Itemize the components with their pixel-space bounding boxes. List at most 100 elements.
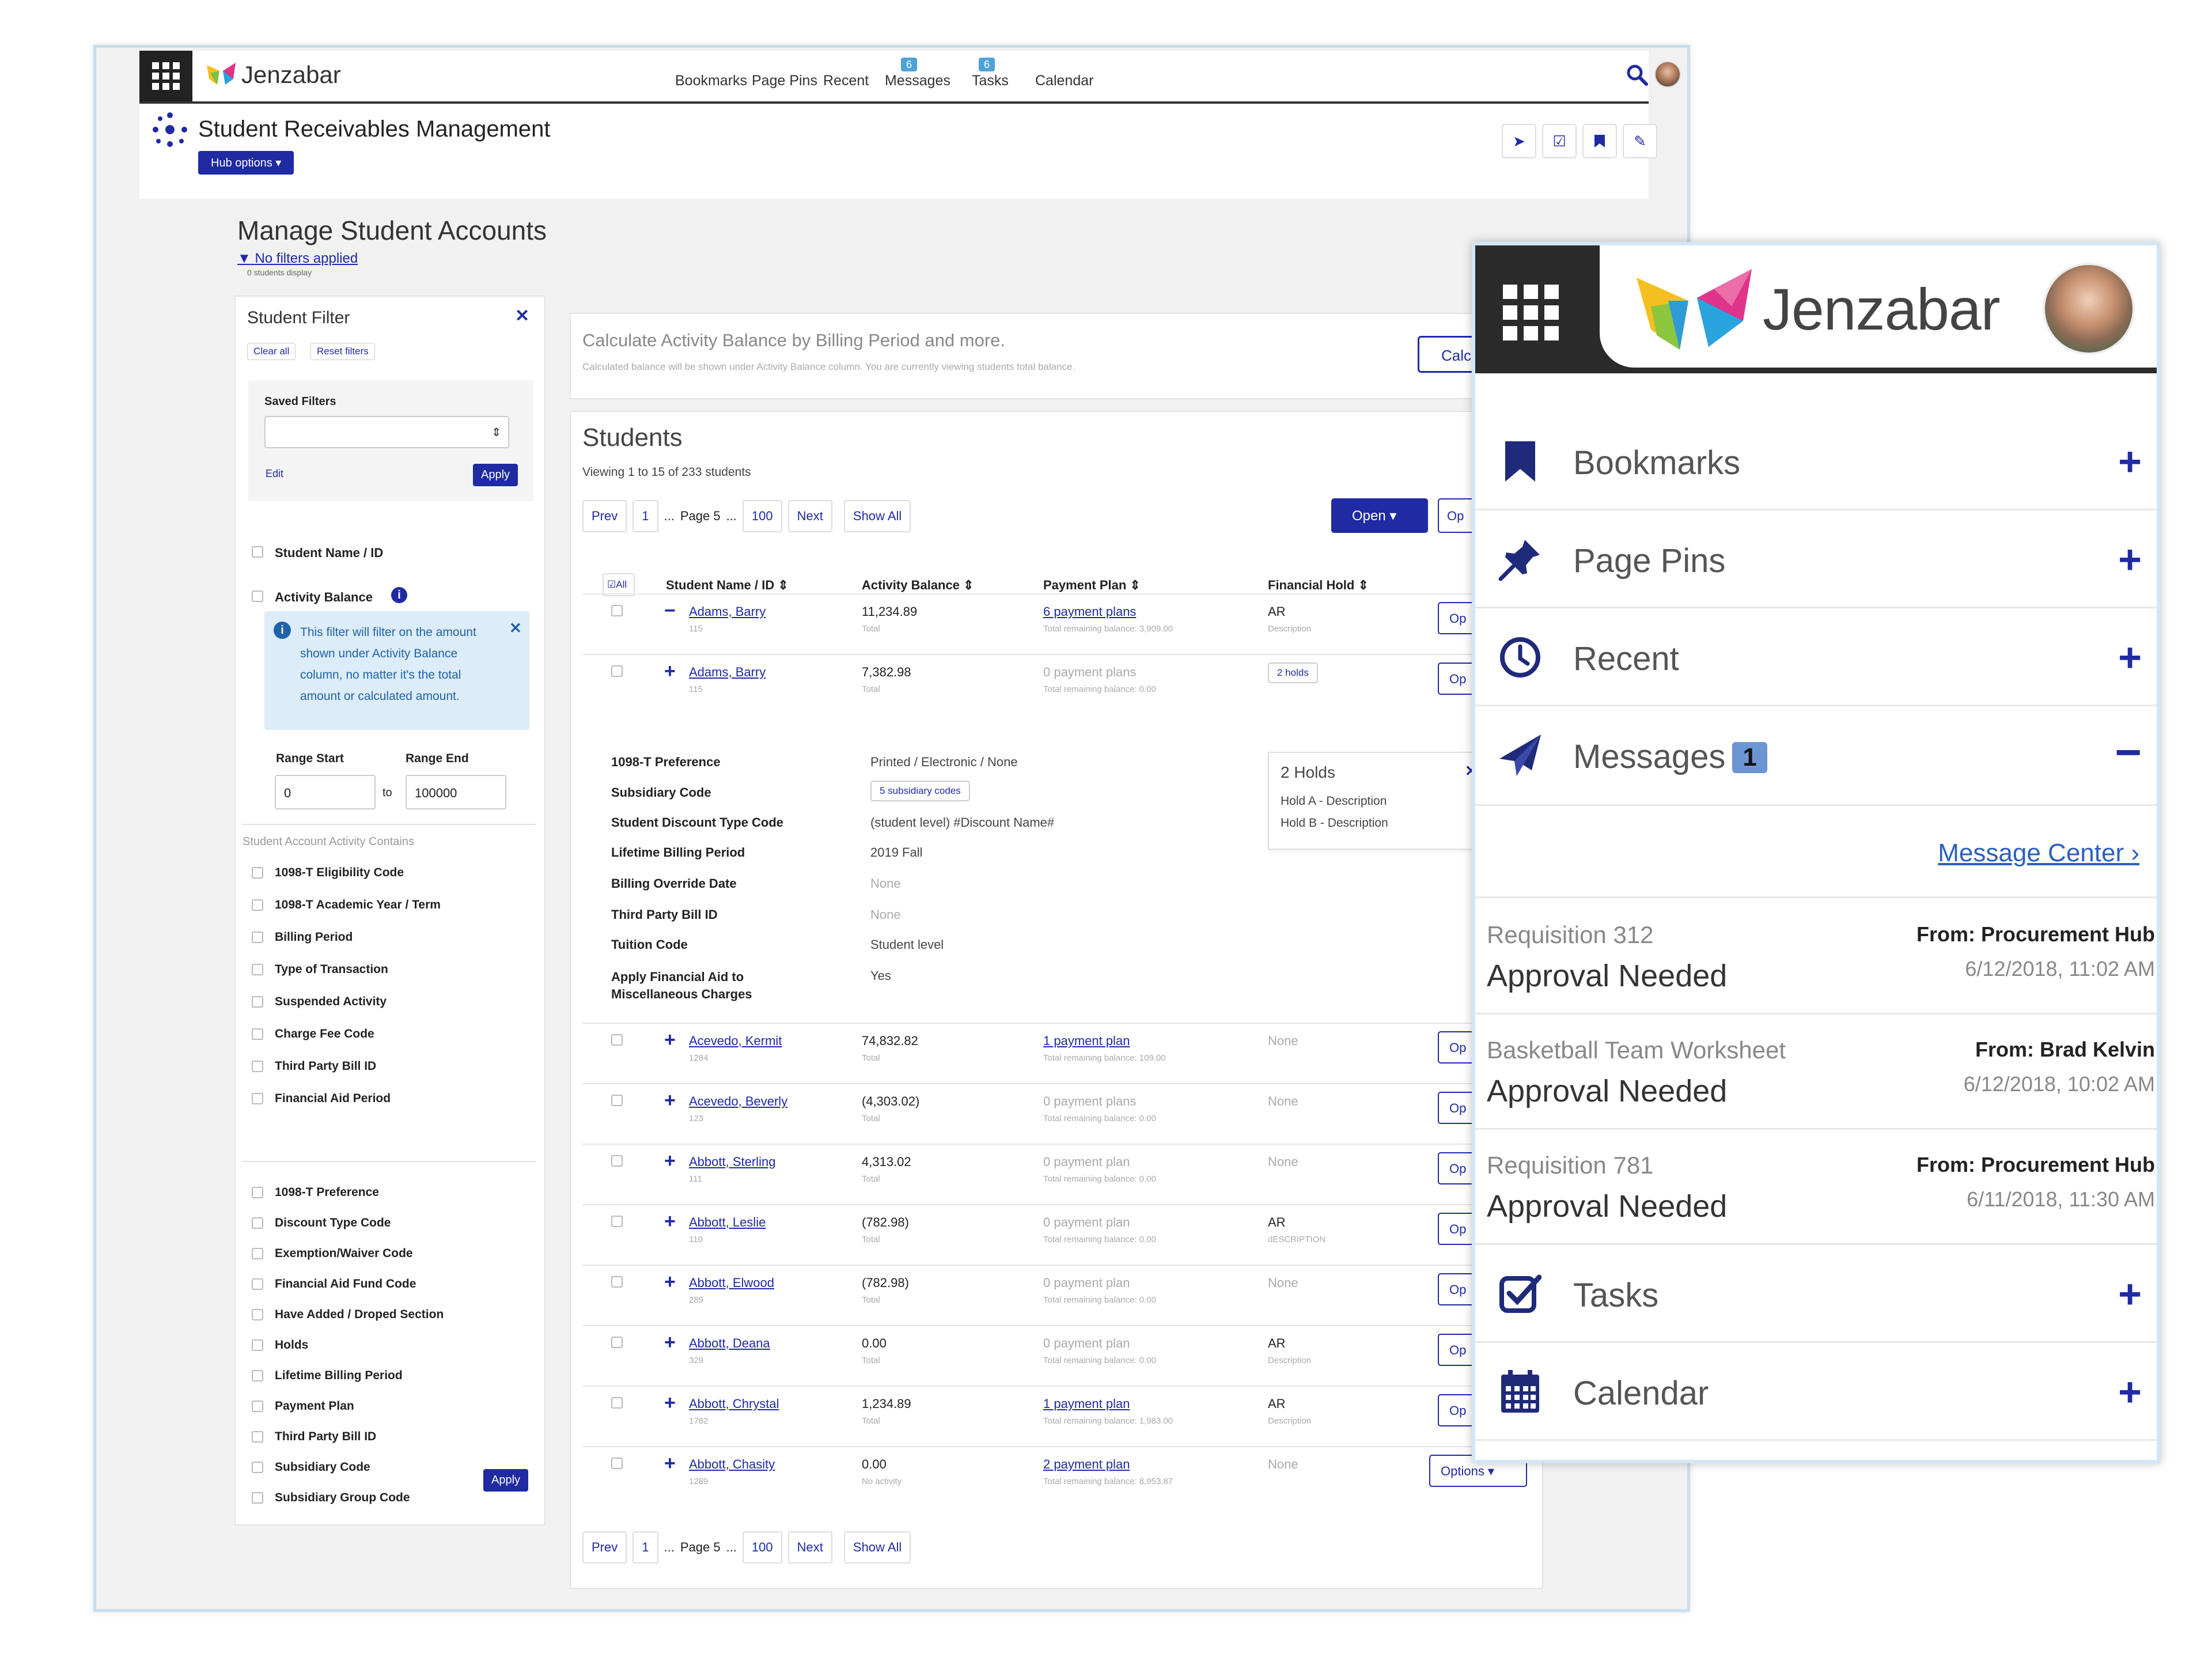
- filter-checkbox[interactable]: [252, 932, 263, 943]
- row-checkbox[interactable]: [611, 1397, 623, 1409]
- select-all-button[interactable]: ☑All: [603, 573, 635, 596]
- panel-row-messages[interactable]: Messages 1 −: [1475, 706, 2157, 804]
- row-checkbox[interactable]: [611, 1458, 623, 1469]
- filter-checkbox[interactable]: [252, 1309, 263, 1320]
- filter-checkbox[interactable]: [252, 996, 263, 1008]
- search-icon[interactable]: [1626, 63, 1649, 86]
- next-button[interactable]: Next: [787, 500, 832, 532]
- row-checkbox[interactable]: [611, 1155, 623, 1167]
- reset-filters-button[interactable]: Reset filters: [310, 343, 375, 360]
- filter-checkbox[interactable]: [252, 964, 263, 975]
- filter-checkbox[interactable]: [252, 1187, 263, 1198]
- filter-checkbox[interactable]: [252, 1093, 263, 1104]
- header-balance[interactable]: Activity Balance ⇕: [862, 578, 974, 593]
- nav-recent[interactable]: Recent: [823, 73, 869, 89]
- panel-row-calendar[interactable]: Calendar +: [1475, 1343, 2157, 1441]
- payment-plan[interactable]: 2 payment plan: [1043, 1457, 1130, 1472]
- close-icon[interactable]: ✕: [509, 619, 522, 637]
- filter-checkbox[interactable]: [252, 1492, 263, 1504]
- message-center-link[interactable]: Message Center ›: [1938, 839, 2139, 868]
- header-name[interactable]: Student Name / ID ⇕: [666, 578, 789, 593]
- page-1-button[interactable]: 1: [632, 500, 658, 532]
- row-checkbox[interactable]: [611, 1216, 623, 1227]
- no-filters-link[interactable]: ▼ No filters applied: [237, 251, 358, 267]
- expand-icon[interactable]: +: [664, 661, 676, 681]
- table-row[interactable]: + Abbott, Chasity 1289 0.00 No activity 2 pay…: [571, 1454, 1544, 1509]
- app-grid-button[interactable]: [1503, 285, 1559, 340]
- expand-icon[interactable]: +: [664, 1151, 676, 1171]
- panel-row-bookmarks[interactable]: Bookmarks +: [1475, 412, 2157, 510]
- table-row[interactable]: + Acevedo, Kermit 1284 74,832.82 Total 1 paym…: [571, 1030, 1544, 1086]
- info-icon[interactable]: i: [391, 587, 407, 603]
- message-item[interactable]: Requisition 781 Approval Needed From: Proc…: [1475, 1130, 2157, 1245]
- student-name-link[interactable]: Acevedo, Beverly: [689, 1094, 787, 1109]
- nav-messages[interactable]: Messages: [885, 73, 950, 89]
- page-100-button[interactable]: 100: [742, 500, 782, 532]
- expand-icon[interactable]: +: [664, 1212, 676, 1231]
- filter-checkbox[interactable]: [252, 1061, 263, 1072]
- panel-row-page-pins[interactable]: Page Pins +: [1475, 510, 2157, 608]
- next-button[interactable]: Next: [787, 1531, 832, 1564]
- show-all-button[interactable]: Show All: [843, 500, 911, 532]
- filter-checkbox[interactable]: [252, 1462, 263, 1473]
- filter-checkbox[interactable]: [252, 1278, 263, 1290]
- student-name-link[interactable]: Abbott, Elwood: [689, 1275, 774, 1290]
- message-item[interactable]: Basketball Team Worksheet Approval Needed…: [1475, 1015, 2157, 1130]
- plus-icon[interactable]: +: [2118, 539, 2142, 580]
- plus-icon[interactable]: +: [2118, 1372, 2142, 1412]
- table-row[interactable]: + Abbott, Elwood 289 (782.98) Total 0 payment…: [571, 1272, 1544, 1328]
- app-grid-button[interactable]: [139, 51, 192, 101]
- prev-button[interactable]: Prev: [582, 500, 627, 532]
- expand-icon[interactable]: +: [664, 1030, 676, 1050]
- activity-balance-checkbox[interactable]: [252, 591, 263, 602]
- filter-checkbox[interactable]: [252, 1028, 263, 1040]
- row-checkbox[interactable]: [611, 1276, 623, 1288]
- hub-pin-button[interactable]: ✎: [1623, 124, 1657, 158]
- apply-saved-button[interactable]: Apply: [473, 464, 518, 486]
- filter-checkbox[interactable]: [252, 1217, 263, 1229]
- row-checkbox[interactable]: [611, 1034, 623, 1046]
- payment-plan[interactable]: 1 payment plan: [1043, 1034, 1130, 1049]
- student-name-link[interactable]: Adams, Barry: [689, 604, 766, 619]
- jenzabar-logo[interactable]: Jenzabar: [206, 61, 341, 89]
- nav-tasks[interactable]: Tasks: [972, 73, 1009, 89]
- hub-bookmark-button[interactable]: [1582, 124, 1617, 158]
- hub-task-button[interactable]: ☑: [1542, 124, 1577, 158]
- close-icon[interactable]: ✕: [515, 306, 529, 326]
- payment-plan[interactable]: 1 payment plan: [1043, 1396, 1130, 1411]
- table-row[interactable]: − Adams, Barry 115 11,234.89 Total 6 payment …: [571, 601, 1544, 657]
- collapse-icon[interactable]: −: [664, 601, 676, 620]
- table-row[interactable]: + Abbott, Leslie 110 (782.98) Total 0 payment…: [571, 1212, 1544, 1267]
- table-row[interactable]: + Abbott, Chrystal 1782 1,234.89 Total 1 paym…: [571, 1393, 1544, 1449]
- name-id-checkbox[interactable]: [252, 546, 263, 558]
- range-end-input[interactable]: 100000: [406, 775, 506, 809]
- holds-button[interactable]: 2 holds: [1268, 663, 1318, 683]
- user-avatar[interactable]: [1654, 61, 1681, 88]
- student-name-link[interactable]: Adams, Barry: [689, 665, 766, 680]
- student-name-link[interactable]: Abbott, Deana: [689, 1336, 770, 1351]
- plus-icon[interactable]: +: [2118, 637, 2142, 678]
- page-100-button[interactable]: 100: [742, 1531, 782, 1564]
- nav-calendar[interactable]: Calendar: [1035, 73, 1093, 89]
- header-plan[interactable]: Payment Plan ⇕: [1043, 578, 1141, 593]
- nav-page-pins[interactable]: Page Pins: [752, 73, 817, 89]
- filter-checkbox[interactable]: [252, 1339, 263, 1351]
- table-row[interactable]: + Adams, Barry 115 7,382.98 Total 0 payment p…: [571, 661, 1544, 717]
- filter-checkbox[interactable]: [252, 899, 263, 911]
- student-name-link[interactable]: Abbott, Sterling: [689, 1155, 775, 1169]
- filter-checkbox[interactable]: [252, 1401, 263, 1412]
- payment-plan[interactable]: 6 payment plans: [1043, 604, 1136, 619]
- table-row[interactable]: + Abbott, Sterling 111 4,313.02 Total 0 payme…: [571, 1151, 1544, 1207]
- clear-all-button[interactable]: Clear all: [247, 343, 296, 360]
- table-row[interactable]: + Acevedo, Beverly 123 (4,303.02) Total 0 pay…: [571, 1091, 1544, 1146]
- row-checkbox[interactable]: [611, 605, 623, 616]
- panel-row-recent[interactable]: Recent +: [1475, 608, 2157, 706]
- saved-filters-select[interactable]: ⇕: [264, 416, 509, 448]
- expand-icon[interactable]: +: [664, 1333, 676, 1352]
- student-name-link[interactable]: Acevedo, Kermit: [689, 1034, 782, 1049]
- hub-options-button[interactable]: Hub options ▾: [198, 151, 294, 175]
- page-1-button[interactable]: 1: [632, 1531, 658, 1564]
- user-avatar[interactable]: [2043, 263, 2135, 355]
- nav-bookmarks[interactable]: Bookmarks: [675, 73, 747, 89]
- show-all-button[interactable]: Show All: [843, 1531, 911, 1564]
